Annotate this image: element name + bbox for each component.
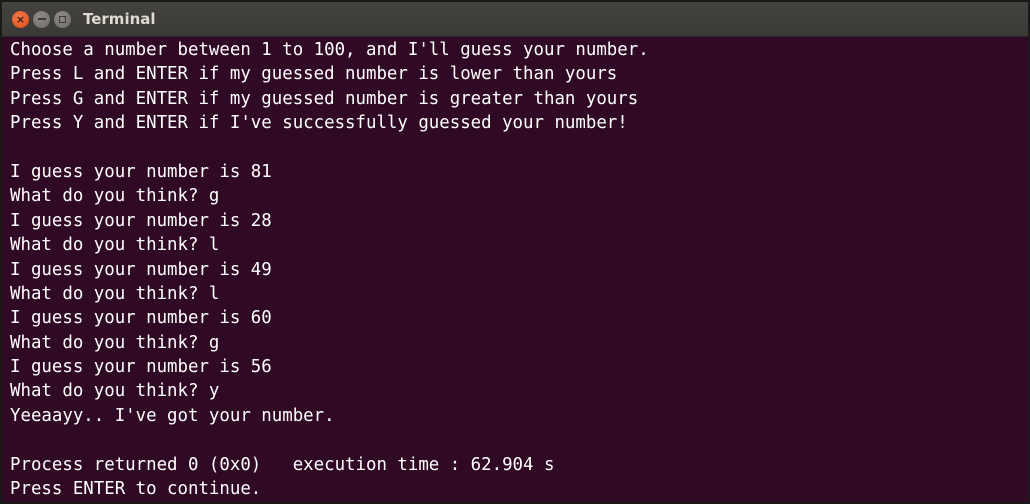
- terminal-line: Press ENTER to continue.: [10, 479, 262, 500]
- terminal-line: I guess your number is 49: [10, 259, 272, 280]
- terminal-line: Process returned 0 (0x0) execution time …: [10, 454, 555, 475]
- close-button[interactable]: ×: [12, 10, 29, 28]
- terminal-line: What do you think? l: [10, 283, 220, 304]
- maximize-button[interactable]: [54, 10, 71, 28]
- terminal-line: What do you think? g: [10, 332, 220, 353]
- maximize-icon: [59, 15, 66, 23]
- terminal-line: Yeeaayy.. I've got your number.: [10, 405, 335, 426]
- minimize-icon: [37, 18, 46, 20]
- terminal-line: I guess your number is 60: [10, 308, 272, 329]
- terminal-line: Press L and ENTER if my guessed number i…: [10, 64, 618, 85]
- window-controls: ×: [12, 10, 71, 28]
- terminal-line: What do you think? g: [10, 186, 220, 207]
- terminal-line: I guess your number is 56: [10, 357, 272, 378]
- close-icon: ×: [15, 12, 26, 26]
- window-title: Terminal: [83, 10, 156, 28]
- terminal-line: Choose a number between 1 to 100, and I'…: [10, 40, 649, 60]
- minimize-button[interactable]: [33, 10, 50, 28]
- terminal-line: Press G and ENTER if my guessed number i…: [10, 88, 639, 109]
- terminal-line: I guess your number is 81: [10, 161, 272, 182]
- terminal-line: What do you think? y: [10, 381, 220, 402]
- terminal-line: I guess your number is 28: [10, 210, 272, 231]
- terminal-window: × Terminal Choose a number between 1 to …: [0, 0, 1030, 504]
- terminal-line: Press Y and ENTER if I've successfully g…: [10, 113, 628, 134]
- title-bar[interactable]: × Terminal: [2, 2, 1028, 37]
- terminal-output[interactable]: Choose a number between 1 to 100, and I'…: [2, 37, 1028, 501]
- terminal-line: What do you think? l: [10, 235, 220, 256]
